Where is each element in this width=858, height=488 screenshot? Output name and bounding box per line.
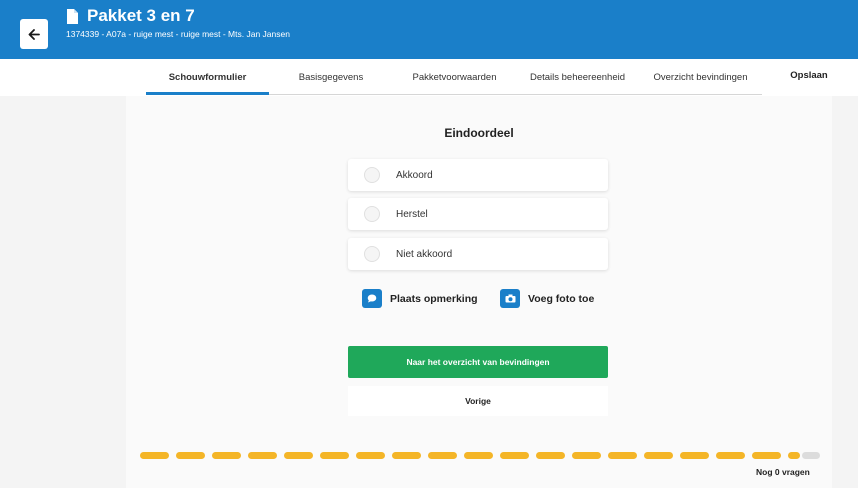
progress-bar — [140, 452, 820, 459]
add-remark-label: Plaats opmerking — [390, 292, 478, 305]
form-card: Eindoordeel Akkoord Herstel Niet akkoord… — [126, 96, 832, 488]
option-label: Niet akkoord — [396, 248, 453, 260]
progress-segment — [608, 452, 637, 459]
progress-segment — [680, 452, 709, 459]
option-herstel[interactable]: Herstel — [348, 198, 608, 230]
progress-segment — [788, 452, 800, 459]
tab-schouwformulier[interactable]: Schouwformulier — [146, 59, 269, 96]
option-label: Akkoord — [396, 169, 433, 181]
option-label: Herstel — [396, 208, 428, 220]
add-photo-button[interactable]: Voeg foto toe — [500, 289, 594, 308]
progress-segment — [752, 452, 781, 459]
option-akkoord[interactable]: Akkoord — [348, 159, 608, 191]
title-block: Pakket 3 en 7 1374339 - A07a - ruige mes… — [66, 6, 290, 39]
add-photo-label: Voeg foto toe — [528, 292, 595, 305]
previous-button[interactable]: Vorige — [348, 386, 608, 416]
tab-basisgegevens[interactable]: Basisgegevens — [269, 59, 393, 96]
tab-pakketvoorwaarden[interactable]: Pakketvoorwaarden — [393, 59, 516, 96]
speech-bubble-icon — [362, 289, 382, 308]
progress-segment — [716, 452, 745, 459]
progress-segment — [428, 452, 457, 459]
progress-segment — [572, 452, 601, 459]
progress-segment — [500, 452, 529, 459]
progress-segment — [140, 452, 169, 459]
back-button[interactable] — [20, 19, 48, 49]
radio-button[interactable] — [364, 167, 380, 183]
tab-details-beheereenheid[interactable]: Details beheereenheid — [516, 59, 639, 96]
camera-icon — [500, 289, 520, 308]
progress-segment — [356, 452, 385, 459]
option-niet-akkoord[interactable]: Niet akkoord — [348, 238, 608, 270]
page-subtitle: 1374339 - A07a - ruige mest - ruige mest… — [66, 29, 290, 39]
progress-segment — [176, 452, 205, 459]
radio-button[interactable] — [364, 246, 380, 262]
document-icon — [67, 8, 78, 24]
tab-bar: Schouwformulier Basisgegevens Pakketvoor… — [0, 59, 858, 96]
progress-segment — [284, 452, 313, 459]
save-button[interactable]: Opslaan — [784, 59, 834, 91]
remaining-questions: Nog 0 vragen — [756, 467, 810, 477]
progress-segment — [644, 452, 673, 459]
radio-button[interactable] — [364, 206, 380, 222]
to-overview-button[interactable]: Naar het overzicht van bevindingen — [348, 346, 608, 378]
section-title: Eindoordeel — [444, 126, 514, 140]
arrow-left-icon — [28, 28, 40, 40]
progress-segment — [320, 452, 349, 459]
active-tab-indicator — [146, 92, 269, 95]
progress-segment — [212, 452, 241, 459]
progress-segment — [392, 452, 421, 459]
page-title: Pakket 3 en 7 — [87, 6, 195, 25]
progress-remaining-segment — [802, 452, 820, 459]
progress-segment — [464, 452, 493, 459]
progress-segment — [536, 452, 565, 459]
add-remark-button[interactable]: Plaats opmerking — [362, 289, 478, 308]
progress-segment — [248, 452, 277, 459]
app-header: Pakket 3 en 7 1374339 - A07a - ruige mes… — [0, 0, 858, 59]
tab-overzicht-bevindingen[interactable]: Overzicht bevindingen — [639, 59, 762, 96]
